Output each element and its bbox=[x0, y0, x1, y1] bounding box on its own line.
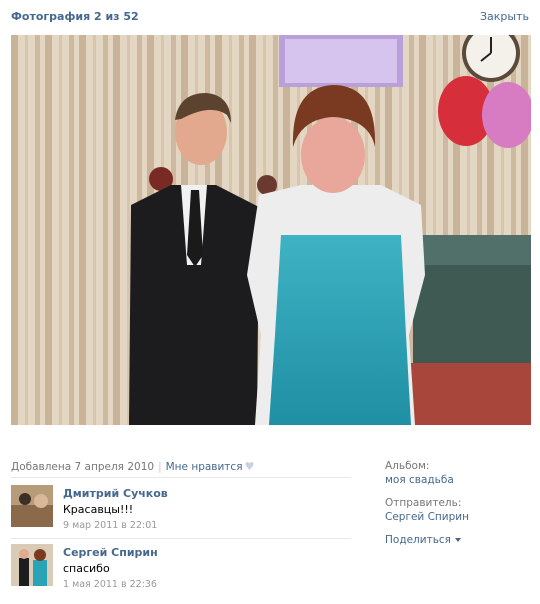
sender-link[interactable]: Сергей Спирин bbox=[385, 511, 535, 525]
album-link[interactable]: моя свадьба bbox=[385, 474, 535, 488]
added-date: Добавлена 7 апреля 2010 bbox=[11, 461, 155, 473]
close-link[interactable]: Закрыть bbox=[480, 10, 529, 23]
chevron-down-icon bbox=[454, 538, 461, 542]
album-label: Альбом: bbox=[385, 460, 430, 472]
like-link[interactable]: Мне нравится bbox=[166, 461, 243, 473]
share-button[interactable]: Поделиться bbox=[385, 534, 535, 546]
comment-text: Красавцы!!! bbox=[63, 503, 134, 516]
share-label: Поделиться bbox=[385, 534, 451, 546]
photo-info-bar: Добавлена 7 апреля 2010 | Мне нравится ♥ bbox=[11, 460, 361, 474]
sender-label: Отправитель: bbox=[385, 497, 462, 509]
comment-text: спасибо bbox=[63, 562, 110, 575]
comment-author[interactable]: Сергей Спирин bbox=[63, 546, 158, 559]
avatar[interactable] bbox=[11, 544, 53, 586]
divider bbox=[11, 477, 351, 478]
heart-icon[interactable]: ♥ bbox=[245, 460, 255, 473]
photo-sidebar: Альбом: моя свадьба Отправитель: Сергей … bbox=[385, 460, 535, 546]
avatar[interactable] bbox=[11, 485, 53, 527]
comment-item: Сергей Спирин спасибо 1 мая 2011 в 22:36 bbox=[11, 544, 351, 596]
main-photo[interactable] bbox=[11, 35, 531, 425]
photo-counter-title: Фотография 2 из 52 bbox=[11, 10, 139, 23]
info-separator: | bbox=[158, 461, 162, 473]
comment-author[interactable]: Дмитрий Сучков bbox=[63, 487, 168, 500]
tablecloth bbox=[403, 363, 531, 425]
comment-item: Дмитрий Сучков Красавцы!!! 9 мар 2011 в … bbox=[11, 485, 351, 537]
comment-date: 9 мар 2011 в 22:01 bbox=[63, 520, 158, 531]
divider bbox=[11, 538, 351, 539]
photo-viewer-header: Фотография 2 из 52 Закрыть bbox=[0, 0, 540, 32]
comment-date: 1 мая 2011 в 22:36 bbox=[63, 579, 157, 590]
